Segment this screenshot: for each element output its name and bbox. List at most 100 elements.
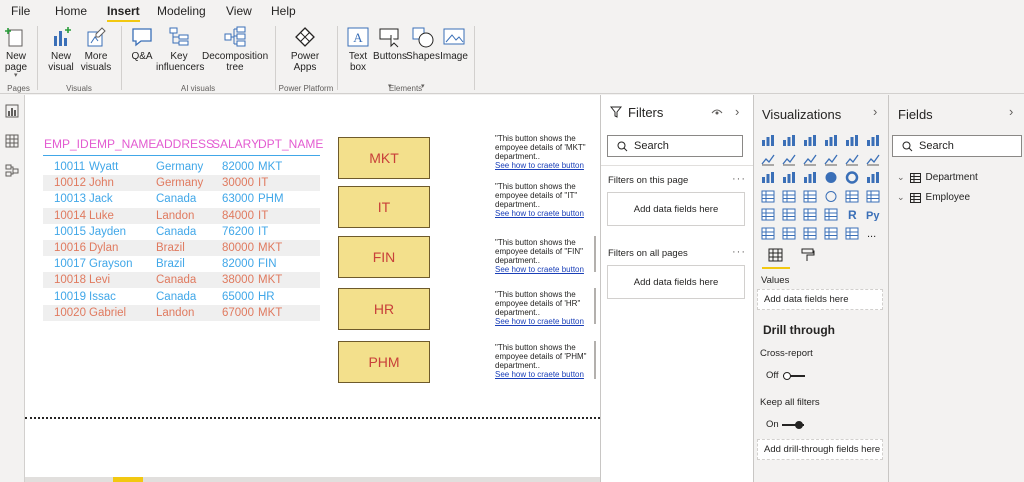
- qa-button[interactable]: Q&A: [128, 26, 156, 62]
- textbox-scrollbar[interactable]: [594, 288, 596, 324]
- eye-icon[interactable]: [711, 108, 723, 117]
- multirow-card-icon[interactable]: [866, 190, 880, 203]
- tab-modeling[interactable]: Modeling: [157, 4, 206, 18]
- more-visuals-button[interactable]: More visuals: [78, 26, 114, 73]
- line-clustered-icon[interactable]: [845, 153, 859, 166]
- report-view-icon[interactable]: [5, 104, 19, 118]
- collapse-visualizations-icon[interactable]: ›: [873, 104, 877, 119]
- card-icon[interactable]: [845, 190, 859, 203]
- more-options-icon[interactable]: ···: [732, 246, 746, 258]
- text-box-button[interactable]: A Text box: [344, 26, 372, 73]
- table-row[interactable]: 10020 Gabriel Landon 67000 MKT: [43, 304, 320, 321]
- tab-view[interactable]: View: [226, 4, 252, 18]
- dept-button-fin[interactable]: FIN: [338, 236, 430, 278]
- chevron-down-icon[interactable]: ⌄: [897, 172, 905, 183]
- filters-search-input[interactable]: Search: [607, 135, 743, 157]
- filters-page-drop-area[interactable]: Add data fields here: [607, 192, 745, 226]
- dept-button-mkt[interactable]: MKT: [338, 137, 430, 179]
- key-influencers-visual-icon[interactable]: [761, 227, 775, 240]
- qa-visual-icon[interactable]: [803, 227, 817, 240]
- clustered-column-icon[interactable]: [824, 134, 838, 147]
- treemap-icon[interactable]: [866, 171, 880, 184]
- 100-column-icon[interactable]: [866, 134, 880, 147]
- kpi-icon[interactable]: [761, 208, 775, 221]
- dept-button-hr[interactable]: HR: [338, 288, 430, 330]
- tab-file[interactable]: File: [11, 4, 30, 18]
- line-column-icon[interactable]: [824, 153, 838, 166]
- funnel-icon[interactable]: [782, 171, 796, 184]
- see-how-link[interactable]: See how to craete button: [495, 265, 591, 274]
- see-how-link[interactable]: See how to craete button: [495, 161, 591, 170]
- 100-bar-icon[interactable]: [845, 134, 859, 147]
- active-page-tab[interactable]: [113, 477, 143, 482]
- tab-help[interactable]: Help: [271, 4, 296, 18]
- table-row[interactable]: 10011 Wyatt Germany 82000 MKT: [43, 159, 320, 175]
- table-row[interactable]: 10015 Jayden Canada 76200 IT: [43, 223, 320, 240]
- buttons-button[interactable]: Buttons: [372, 26, 408, 62]
- python-visual-icon[interactable]: Py: [866, 208, 880, 222]
- power-apps-button[interactable]: Power Apps: [279, 26, 331, 73]
- table-visual-icon[interactable]: [803, 208, 817, 221]
- more-options-icon[interactable]: ···: [732, 173, 746, 185]
- table-header-emp-id[interactable]: EMP_ID: [44, 137, 89, 151]
- dept-button-phm[interactable]: PHM: [338, 341, 430, 383]
- donut-icon[interactable]: [845, 171, 859, 184]
- field-table-employee[interactable]: ⌄ Employee: [897, 192, 970, 203]
- stacked-column-icon[interactable]: [782, 134, 796, 147]
- table-header-salary[interactable]: SALARY: [212, 137, 259, 151]
- chevron-down-icon[interactable]: ⌄: [897, 192, 905, 203]
- new-page-button[interactable]: New page: [2, 26, 30, 73]
- waterfall-icon[interactable]: [761, 171, 775, 184]
- slicer-icon[interactable]: [782, 208, 796, 221]
- field-table-department[interactable]: ⌄ Department: [897, 172, 978, 183]
- table-row[interactable]: 10013 Jack Canada 63000 PHM: [43, 191, 320, 208]
- textbox-scrollbar[interactable]: [594, 341, 596, 379]
- area-chart-icon[interactable]: [782, 153, 796, 166]
- power-apps-visual-icon[interactable]: [845, 227, 859, 240]
- pie-icon[interactable]: [824, 171, 838, 184]
- gauge-icon[interactable]: [824, 190, 838, 203]
- fields-search-input[interactable]: Search: [892, 135, 1022, 157]
- table-header-dpt-name[interactable]: DPT_NAME: [258, 137, 323, 151]
- filters-all-pages-drop-area[interactable]: Add data fields here: [607, 265, 745, 299]
- table-header-emp-name[interactable]: EMP_NAME: [89, 137, 156, 151]
- scatter-icon[interactable]: [803, 171, 817, 184]
- shape-map-icon[interactable]: [803, 190, 817, 203]
- dept-button-it[interactable]: IT: [338, 186, 430, 228]
- see-how-link[interactable]: See how to craete button: [495, 317, 591, 326]
- table-header-address[interactable]: ADDRESS: [156, 137, 214, 151]
- key-influencers-button[interactable]: Key influencers: [156, 26, 204, 73]
- table-row[interactable]: 10017 Grayson Brazil 82000 FIN: [43, 256, 320, 273]
- stacked-bar-icon[interactable]: [761, 134, 775, 147]
- decomposition-visual-icon[interactable]: [782, 227, 796, 240]
- more-icon[interactable]: ...: [866, 227, 880, 240]
- values-drop-area[interactable]: Add data fields here: [757, 289, 883, 310]
- stacked-area-icon[interactable]: [803, 153, 817, 166]
- decomposition-tree-button[interactable]: Decomposition tree: [202, 26, 268, 73]
- r-visual-icon[interactable]: R: [845, 208, 859, 222]
- textbox-scrollbar[interactable]: [594, 236, 596, 272]
- table-row[interactable]: 10012 John Germany 30000 IT: [43, 175, 320, 192]
- table-row[interactable]: 10018 Levi Canada 38000 MKT: [43, 272, 320, 289]
- filled-map-icon[interactable]: [782, 190, 796, 203]
- collapse-fields-icon[interactable]: ›: [1009, 104, 1013, 119]
- ribbon-chart-icon[interactable]: [866, 153, 880, 166]
- paginated-icon[interactable]: [824, 227, 838, 240]
- line-chart-icon[interactable]: [761, 153, 775, 166]
- table-row[interactable]: 10016 Dylan Brazil 80000 MKT: [43, 240, 320, 256]
- tab-insert[interactable]: Insert: [107, 4, 140, 22]
- map-icon[interactable]: [761, 190, 775, 203]
- matrix-icon[interactable]: [824, 208, 838, 221]
- collapse-filters-icon[interactable]: ›: [735, 104, 739, 119]
- model-view-icon[interactable]: [5, 163, 19, 177]
- new-visual-button[interactable]: New visual: [44, 26, 78, 73]
- fields-tab-icon[interactable]: [768, 248, 783, 262]
- image-button[interactable]: Image: [440, 26, 468, 62]
- data-view-icon[interactable]: [5, 134, 19, 148]
- table-row[interactable]: 10019 Issac Canada 65000 HR: [43, 288, 320, 305]
- see-how-link[interactable]: See how to craete button: [495, 209, 591, 218]
- table-row[interactable]: 10014 Luke Landon 84000 IT: [43, 207, 320, 224]
- see-how-link[interactable]: See how to craete button: [495, 370, 591, 379]
- tab-home[interactable]: Home: [55, 4, 87, 18]
- clustered-bar-icon[interactable]: [803, 134, 817, 147]
